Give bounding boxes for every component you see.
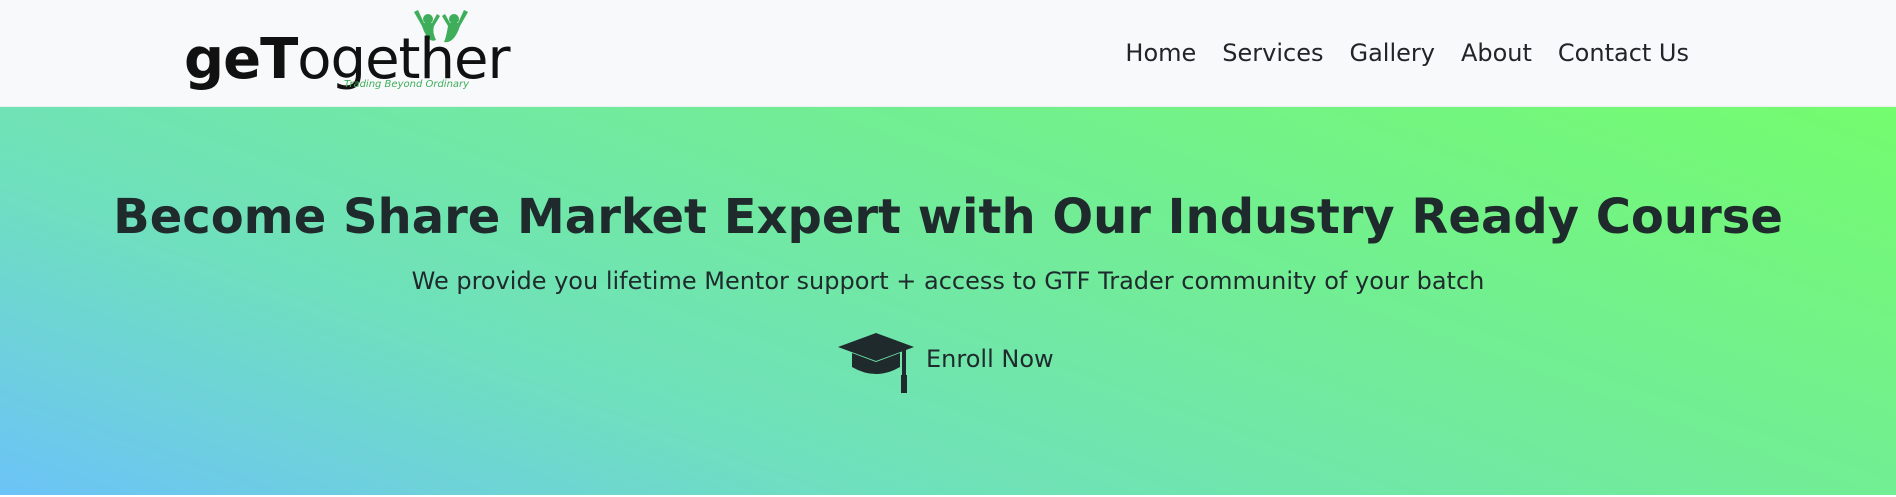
brand-name-part1: ge [184,27,261,92]
brand-tagline: Trading Beyond Ordinary [344,79,470,90]
nav-item-gallery[interactable]: Gallery [1336,41,1447,65]
brand-logo-link[interactable]: geTogether Trading Beyond Ordinary [184,10,510,95]
nav-item-services[interactable]: Services [1209,41,1336,65]
graduation-cap-icon [838,333,914,393]
hero-subtitle: We provide you lifetime Mentor support +… [411,267,1485,295]
enroll-now-label: Enroll Now [926,345,1054,373]
brand-name-part2: T [260,27,298,92]
nav-item-home[interactable]: Home [1112,41,1209,65]
top-navbar: geTogether Trading Beyond Ordinary Home … [0,0,1896,107]
nav-item-contact-us[interactable]: Contact Us [1545,41,1702,65]
nav-links: Home Services Gallery About Contact Us [1112,0,1702,105]
hero-title: Become Share Market Expert with Our Indu… [113,189,1783,245]
enroll-now-button[interactable]: Enroll Now [836,325,1054,397]
nav-item-about[interactable]: About [1448,41,1545,65]
hero-section: Become Share Market Expert with Our Indu… [0,107,1896,495]
